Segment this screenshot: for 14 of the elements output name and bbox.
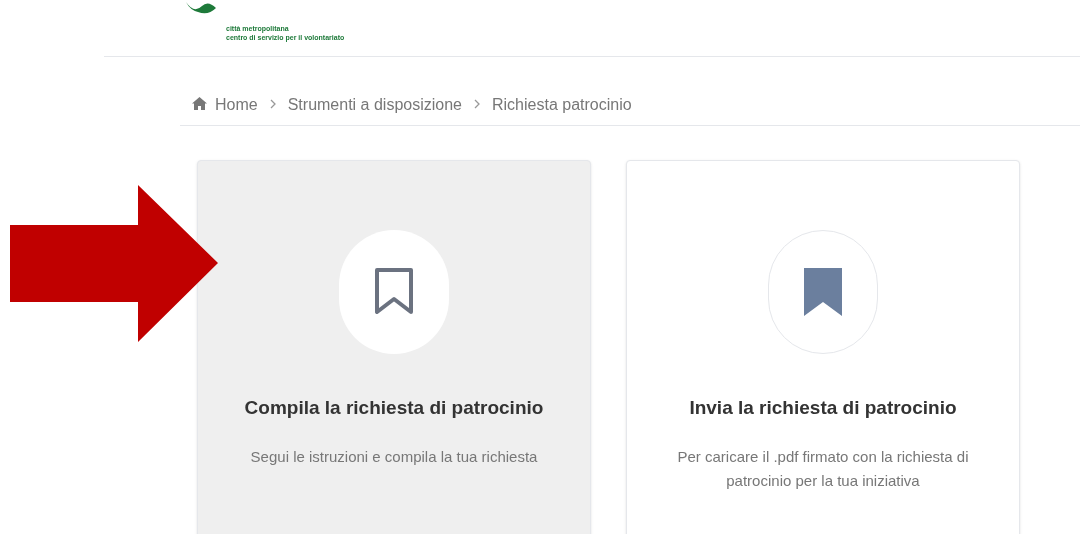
arrow-icon bbox=[10, 185, 218, 342]
chevron-icon bbox=[269, 99, 276, 109]
option-card[interactable]: Compila la richiesta di patrocinio Segui le istruzioni e compila la tua richiesta bbox=[197, 160, 591, 534]
card-title: Invia la richiesta di patrocinio bbox=[689, 396, 957, 420]
home-icon bbox=[192, 97, 207, 110]
card-description: Per caricare il .pdf firmato con la richiesta di patrocinio per la tua iniziativa bbox=[676, 446, 970, 491]
bookmark-icon bbox=[802, 266, 844, 318]
breadcrumb-link[interactable]: Home bbox=[215, 93, 258, 117]
card-title: Compila la richiesta di patrocinio bbox=[244, 396, 544, 420]
card-description: Segui le istruzioni e compila la tua richiesta bbox=[249, 446, 539, 467]
option-card[interactable]: Invia la richiesta di patrocinio Per caricare il .pdf firmato con la richiesta di patrocinio per la tua iniziativa bbox=[626, 160, 1020, 534]
breadcrumb-link[interactable]: Strumenti a disposizione bbox=[287, 93, 462, 117]
breadcrumb-link[interactable]: Richiesta patrocinio bbox=[492, 93, 632, 117]
chevron-icon bbox=[474, 99, 480, 109]
